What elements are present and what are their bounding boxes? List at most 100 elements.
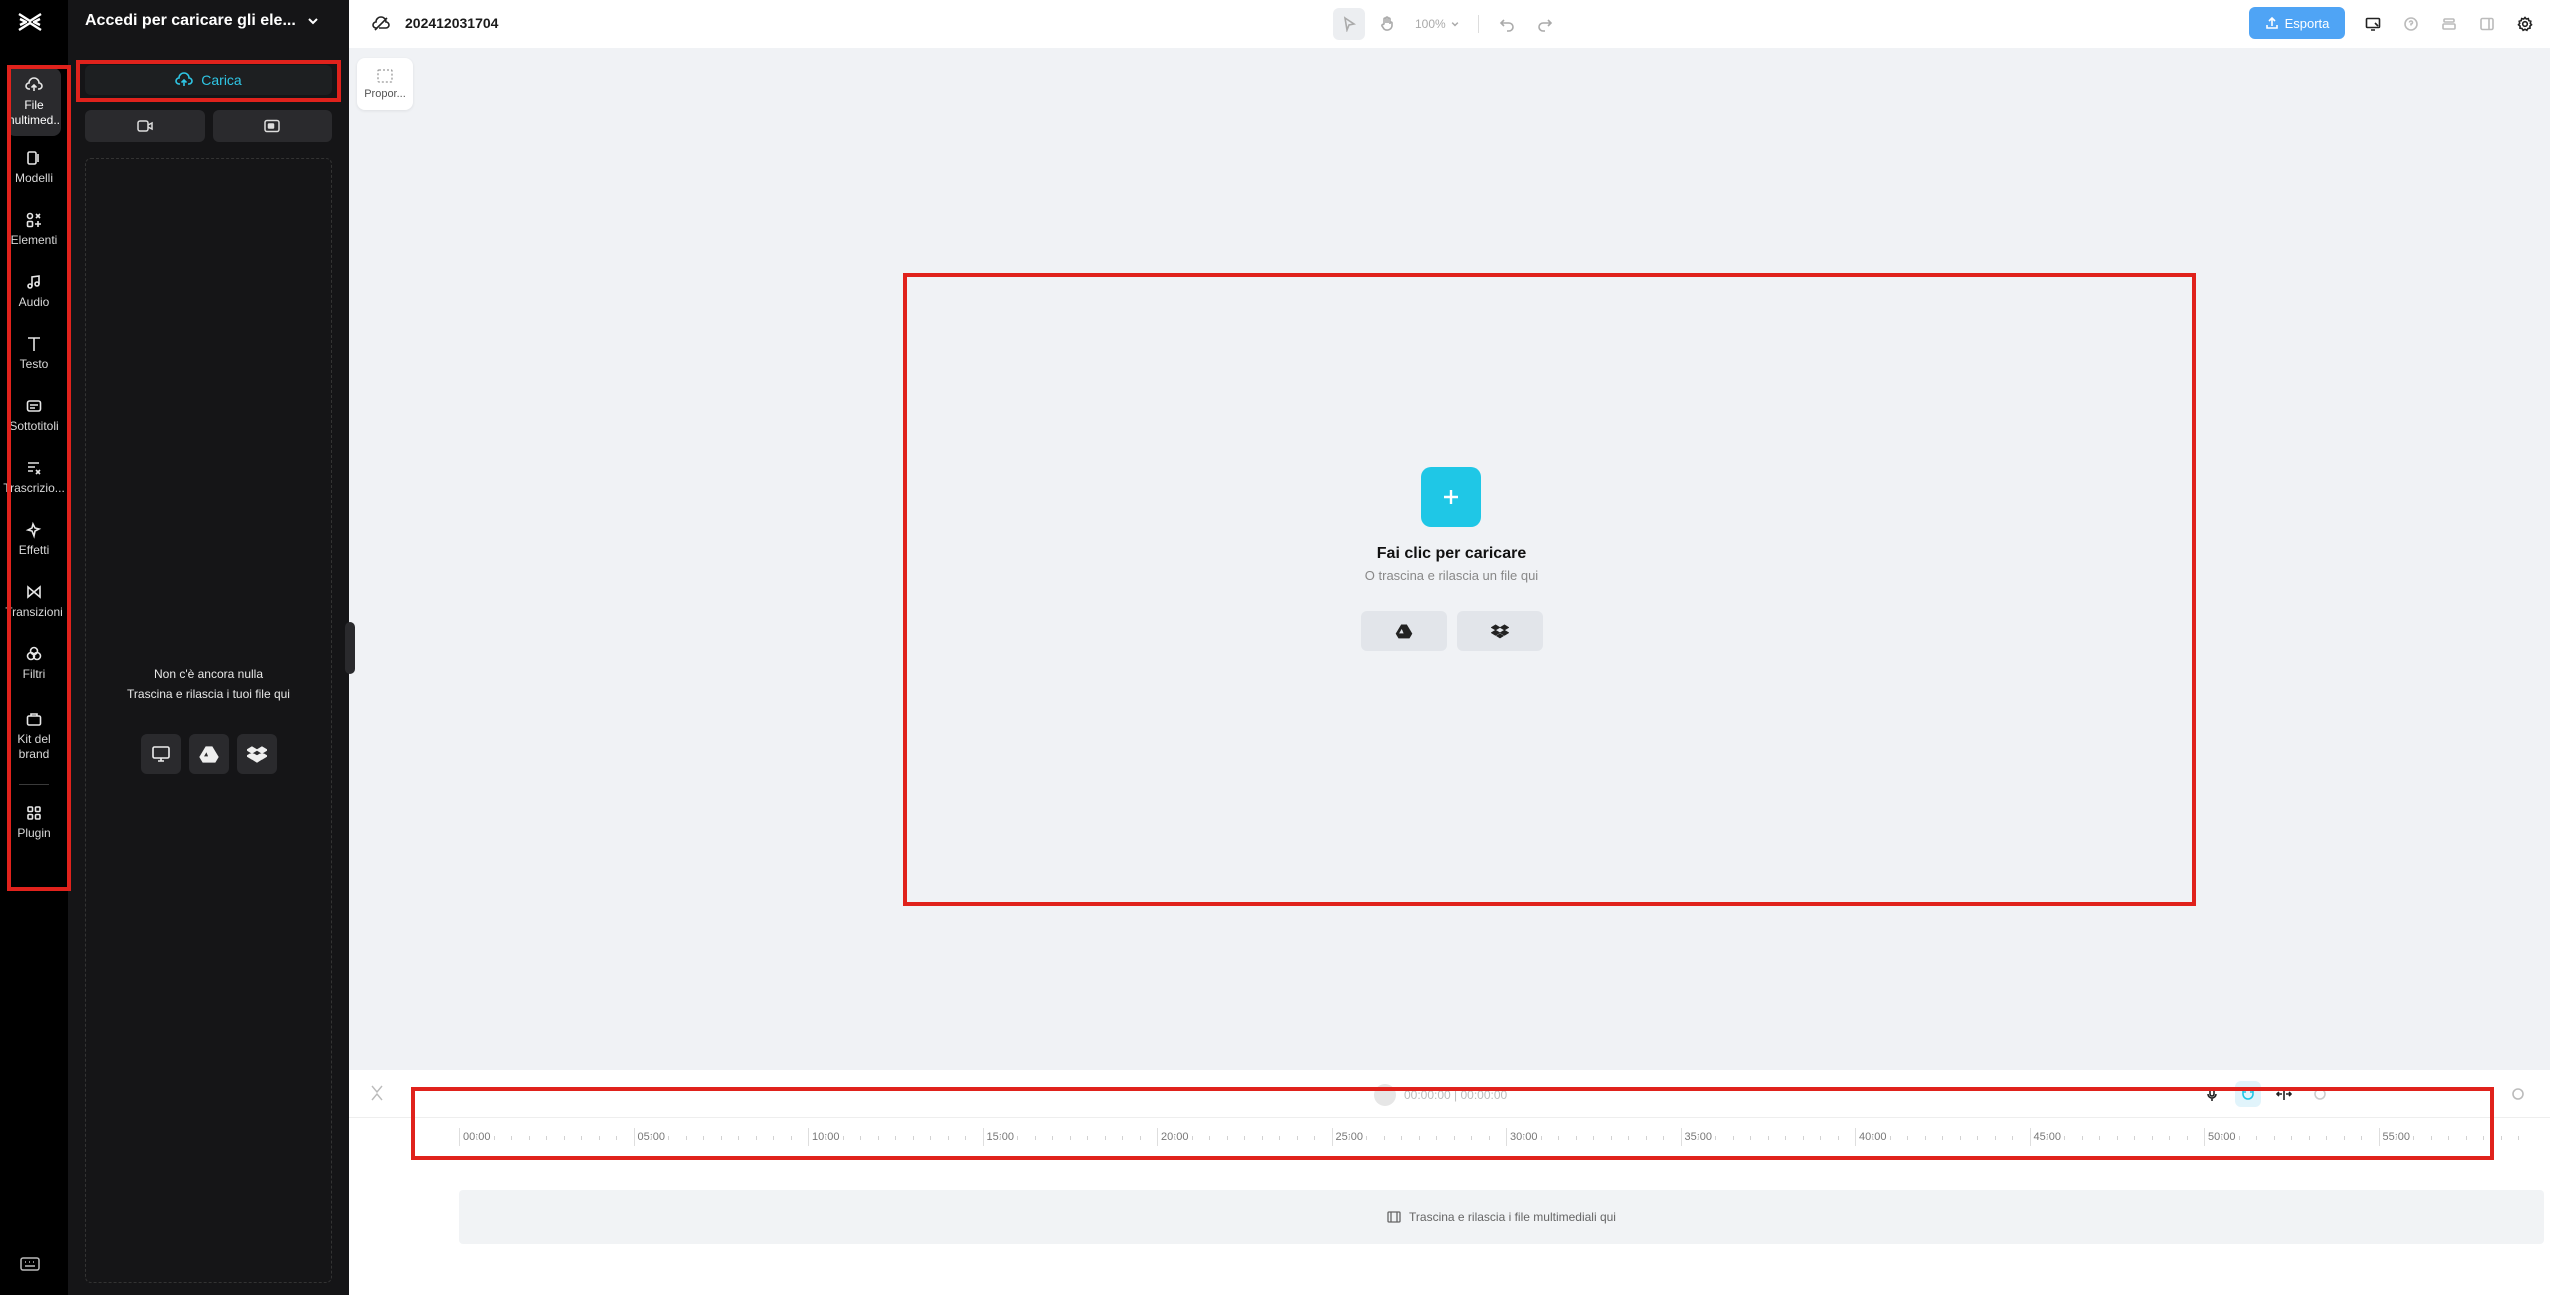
ruler-minor-tick — [842, 1136, 844, 1140]
ruler-minor-tick — [2465, 1136, 2467, 1140]
dropbox-button[interactable] — [236, 734, 277, 774]
add-media-button[interactable] — [1421, 467, 1481, 527]
ruler-minor-tick — [1697, 1136, 1699, 1140]
ruler-minor-tick — [1593, 1136, 1595, 1140]
ruler-minor-tick — [1488, 1136, 1490, 1140]
ruler-minor-tick — [930, 1136, 932, 1140]
rail-item-transcript[interactable]: Trascrizio... — [0, 446, 68, 508]
top-right-tools — [2357, 8, 2541, 40]
circle-icon — [2314, 1088, 2326, 1100]
ruler-minor-tick — [668, 1136, 670, 1140]
rail-item-brand-kit[interactable]: Kit del brand — [0, 694, 68, 778]
ruler-minor-tick — [2256, 1136, 2258, 1140]
project-name[interactable]: 202412031704 — [405, 15, 498, 31]
rail-item-captions[interactable]: Sottotitoli — [0, 384, 68, 446]
project-cloud-icon — [372, 16, 390, 31]
empty-state-line1: Non c'è ancora nulla — [153, 667, 264, 681]
ruler-minor-tick — [2361, 1136, 2363, 1140]
ruler-minor-tick — [563, 1136, 565, 1140]
cursor-icon — [1343, 16, 1357, 32]
ruler-minor-tick — [685, 1136, 687, 1140]
toggle-sidebar-button[interactable] — [2471, 8, 2503, 40]
export-icon — [2265, 16, 2278, 29]
brand-kit-icon — [26, 713, 42, 726]
canvas-dropbox-button[interactable] — [1457, 611, 1543, 651]
google-drive-button[interactable] — [188, 734, 229, 774]
rail-item-media[interactable]: File multimed... — [7, 68, 61, 136]
panel-collapse-handle[interactable] — [345, 622, 355, 674]
rail-item-elements[interactable]: Elementi — [0, 198, 68, 260]
hand-tool-button[interactable] — [1371, 8, 1403, 40]
ruler-minor-tick — [476, 1136, 478, 1140]
record-screen-button[interactable] — [212, 110, 332, 142]
canvas-google-drive-button[interactable] — [1361, 611, 1447, 651]
ruler-minor-tick — [1348, 1136, 1350, 1140]
keyboard-shortcuts-button[interactable] — [20, 1256, 40, 1272]
ruler-minor-tick — [999, 1136, 1001, 1140]
ruler-minor-tick — [528, 1136, 530, 1140]
upload-button[interactable]: Carica — [85, 65, 332, 95]
record-video-button[interactable] — [85, 110, 205, 142]
ruler-minor-tick — [2483, 1136, 2485, 1140]
rail-label: Filtri — [22, 666, 46, 681]
ruler-major-tick — [2204, 1128, 2205, 1146]
ruler-minor-tick — [2046, 1136, 2048, 1140]
ruler-minor-tick — [581, 1136, 583, 1140]
undo-icon — [1499, 19, 1514, 32]
ruler-minor-tick — [1907, 1136, 1909, 1140]
preview-button[interactable] — [2307, 1081, 2333, 1107]
rail-label: Modelli — [14, 170, 53, 185]
play-button[interactable] — [1374, 1084, 1396, 1106]
ruler-minor-tick — [1959, 1136, 1961, 1140]
ruler-minor-tick — [1785, 1136, 1787, 1140]
timeline: 00:00:00 | 00:00:00 Trascina e rilascia … — [349, 1070, 2550, 1295]
record-voice-button[interactable] — [2199, 1081, 2225, 1107]
chevron-down-icon — [308, 18, 318, 25]
ruler-minor-tick — [912, 1136, 914, 1140]
ruler-minor-tick — [2221, 1136, 2223, 1140]
keyboard-icon — [20, 1257, 40, 1271]
help-button[interactable] — [2395, 8, 2427, 40]
rail-label: Trascrizio... — [3, 480, 65, 495]
rail-item-audio[interactable]: Audio — [0, 260, 68, 322]
undo-button[interactable] — [1491, 8, 1523, 40]
timeline-zoom-fit-button[interactable] — [2507, 1083, 2529, 1105]
ruler-minor-tick — [1069, 1136, 1071, 1140]
ruler-minor-tick — [1209, 1136, 1211, 1140]
aspect-ratio-button[interactable]: Propor... — [357, 58, 413, 110]
ruler-minor-tick — [1366, 1136, 1368, 1140]
upload-from-computer-button[interactable] — [140, 734, 181, 774]
present-button[interactable] — [2357, 8, 2389, 40]
link-split-button[interactable] — [2271, 1081, 2297, 1107]
ruler-minor-tick — [1453, 1136, 1455, 1140]
select-tool-button[interactable] — [1333, 8, 1365, 40]
rail-item-plugin[interactable]: Plugin — [0, 791, 68, 853]
track-dropzone[interactable]: Trascina e rilascia i file multimediali … — [459, 1190, 2544, 1244]
magnet-button[interactable] — [2235, 1081, 2261, 1107]
app-window: File multimed... Modelli Elementi Audio … — [0, 0, 2550, 1295]
redo-button[interactable] — [1529, 8, 1561, 40]
ruler-minor-tick — [2169, 1136, 2171, 1140]
rail-item-transitions[interactable]: Transizioni — [0, 570, 68, 632]
capcut-logo-icon[interactable] — [16, 10, 44, 34]
timeline-ruler[interactable]: 00:0005:0010:0015:0020:0025:0030:0035:00… — [459, 1122, 2539, 1146]
ruler-minor-tick — [1279, 1136, 1281, 1140]
canvas-upload-area[interactable]: Fai clic per caricare O trascina e rilas… — [907, 277, 2194, 904]
media-dropzone[interactable]: Non c'è ancora nulla Trascina e rilascia… — [85, 158, 332, 1283]
settings-button[interactable] — [2509, 8, 2541, 40]
zoom-dropdown[interactable]: 100% — [1409, 17, 1466, 31]
canvas-upload-subtitle: O trascina e rilascia un file qui — [1364, 568, 1539, 583]
split-icon[interactable] — [369, 1084, 385, 1102]
rail-item-templates[interactable]: Modelli — [0, 136, 68, 198]
export-button[interactable]: Esporta — [2249, 7, 2345, 39]
ruler-minor-tick — [2395, 1136, 2397, 1140]
rail-item-effects[interactable]: Effetti — [0, 508, 68, 570]
google-drive-icon — [198, 746, 219, 763]
ruler-minor-tick — [1994, 1136, 1996, 1140]
rail-item-filters[interactable]: Filtri — [0, 632, 68, 694]
rail-item-text[interactable]: Testo — [0, 322, 68, 384]
layers-button[interactable] — [2433, 8, 2465, 40]
film-icon — [1387, 1211, 1401, 1223]
rail-label: Elementi — [10, 232, 58, 247]
panel-title[interactable]: Accedi per caricare gli ele... — [85, 12, 320, 30]
